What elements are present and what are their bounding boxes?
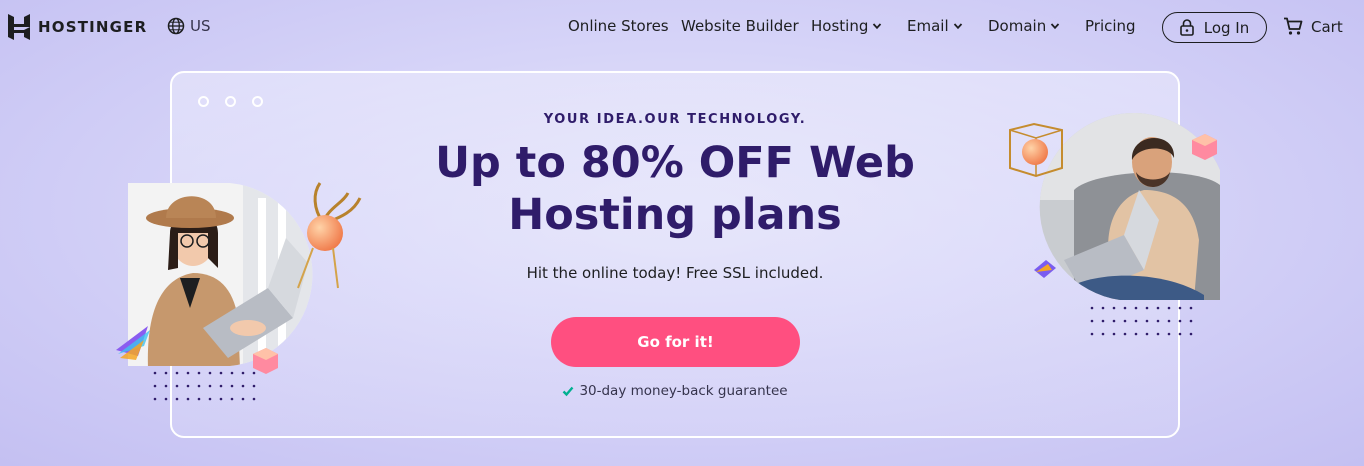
guarantee-text: 30-day money-back guarantee bbox=[579, 383, 788, 399]
region-selector[interactable]: US bbox=[167, 17, 211, 35]
window-dot bbox=[198, 96, 209, 107]
brand-logo[interactable]: HOSTINGER bbox=[8, 14, 147, 40]
region-label: US bbox=[190, 17, 211, 35]
nav-item-label: Email bbox=[907, 17, 949, 35]
nav-item-pricing[interactable]: Pricing bbox=[1085, 17, 1136, 35]
cart-button[interactable]: Cart bbox=[1283, 17, 1343, 36]
login-button[interactable]: Log In bbox=[1162, 12, 1267, 43]
hostinger-logo-icon bbox=[8, 14, 30, 40]
decorative-dot-grid bbox=[1090, 306, 1193, 336]
login-label: Log In bbox=[1203, 18, 1250, 37]
brand-name: HOSTINGER bbox=[38, 18, 148, 36]
nav-item-label: Website Builder bbox=[681, 17, 799, 35]
nav-item-email[interactable]: Email bbox=[907, 17, 963, 35]
window-dot bbox=[252, 96, 263, 107]
nav-item-domain[interactable]: Domain bbox=[988, 17, 1060, 35]
cart-icon bbox=[1284, 17, 1303, 35]
nav-item-label: Domain bbox=[988, 17, 1047, 35]
nav-item-label: Pricing bbox=[1085, 17, 1136, 35]
nav-item-online-stores[interactable]: Online Stores bbox=[568, 17, 669, 35]
lock-icon bbox=[1179, 19, 1194, 36]
window-dot bbox=[225, 96, 236, 107]
nav-item-hosting[interactable]: Hosting bbox=[811, 17, 882, 35]
cart-label: Cart bbox=[1311, 17, 1343, 36]
chevron-down-icon bbox=[873, 23, 882, 30]
chevron-down-icon bbox=[1051, 23, 1060, 30]
man-with-laptop-illustration bbox=[1009, 113, 1220, 300]
check-icon bbox=[563, 386, 574, 397]
nav-item-website-builder[interactable]: Website Builder bbox=[681, 17, 799, 35]
chevron-down-icon bbox=[953, 23, 962, 30]
go-for-it-button[interactable]: Go for it! bbox=[551, 317, 800, 367]
decorative-dot-grid bbox=[153, 371, 256, 401]
nav-item-label: Hosting bbox=[811, 17, 869, 35]
nav-item-label: Online Stores bbox=[568, 17, 669, 35]
top-navigation: HOSTINGER US Online Stores Website Build… bbox=[0, 0, 1364, 54]
globe-icon bbox=[167, 17, 185, 35]
window-dots bbox=[198, 96, 263, 107]
